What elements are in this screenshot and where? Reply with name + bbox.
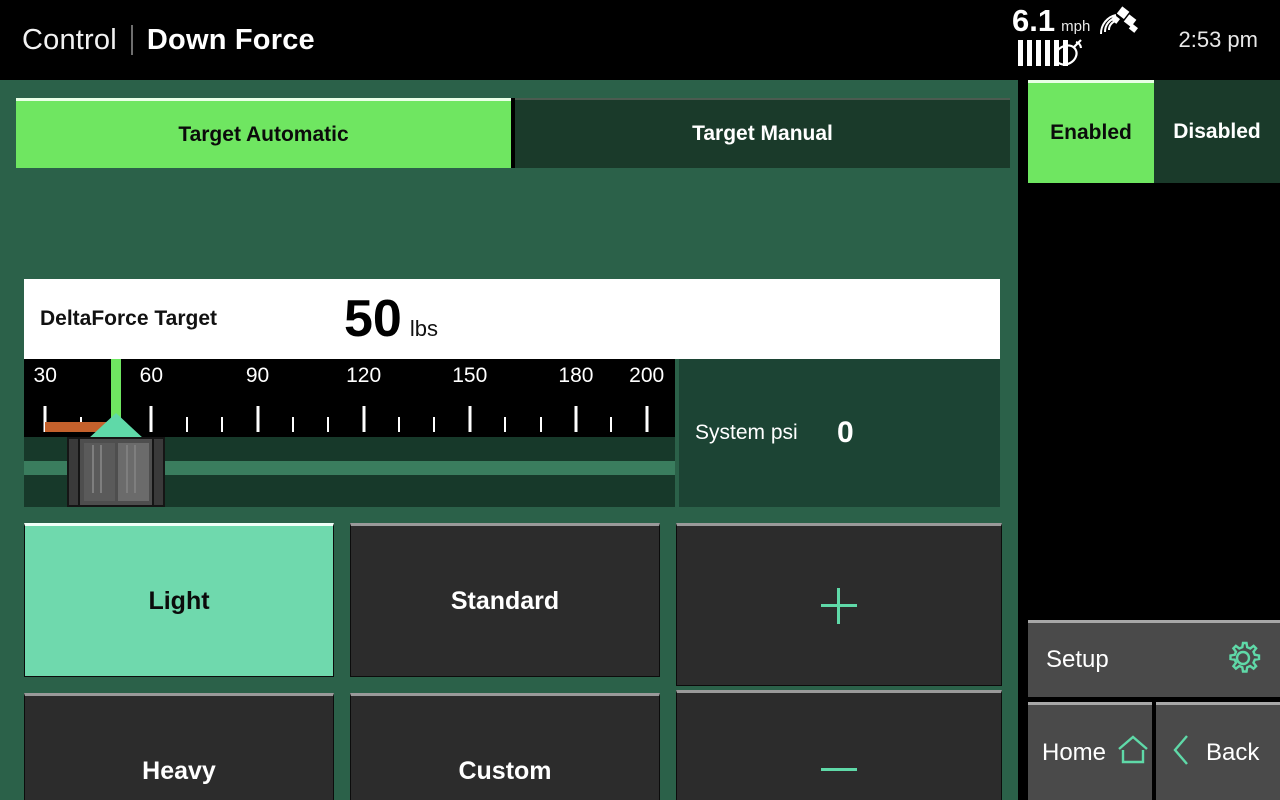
signal-bar (1045, 40, 1050, 66)
gauge-minor-tick (398, 417, 400, 432)
setup-button[interactable]: Setup (1028, 620, 1280, 697)
increase-target-button[interactable] (676, 523, 1002, 686)
gauge-minor-tick (327, 417, 329, 432)
satellite-dish-icon (1052, 38, 1086, 68)
satellite-icon (1095, 4, 1141, 40)
gauge-minor-tick (540, 417, 542, 432)
gauge-tick-label: 180 (558, 364, 593, 388)
breadcrumb: Control Down Force (22, 0, 315, 80)
chevron-left-icon (1170, 733, 1192, 772)
back-label: Back (1206, 739, 1259, 767)
deltaforce-target-unit: lbs (410, 316, 438, 342)
deltaforce-target-label: DeltaForce Target (40, 307, 217, 331)
gauge-major-tick (362, 406, 365, 432)
system-psi-value: 0 (837, 416, 854, 450)
gauge-major-tick (150, 406, 153, 432)
gauge-minor-tick (292, 417, 294, 432)
deltaforce-target-value: 50 (344, 293, 402, 345)
home-button[interactable]: Home (1028, 702, 1152, 800)
row-unit-line (134, 445, 136, 493)
gauge-minor-tick (186, 417, 188, 432)
signal-bar (1027, 40, 1032, 66)
main-panel: Target Automatic Target Manual DeltaForc… (0, 80, 1018, 800)
back-button[interactable]: Back (1156, 702, 1280, 800)
gear-icon (1224, 639, 1262, 682)
house-icon (1116, 734, 1150, 771)
preset-button-custom[interactable]: Custom (350, 693, 660, 800)
deltaforce-target-card[interactable]: DeltaForce Target 50 lbs (24, 279, 1000, 359)
minus-icon (821, 768, 857, 771)
gauge-major-tick (574, 406, 577, 432)
top-status-bar: Control Down Force 6.1 mph (0, 0, 1280, 80)
system-psi-card: System psi 0 (679, 359, 1000, 507)
row-unit-line (92, 445, 94, 493)
gauge-tick-label: 30 (34, 364, 57, 388)
page-title: Down Force (147, 24, 315, 57)
gauge-major-tick (645, 406, 648, 432)
gauge-tick-label: 90 (246, 364, 269, 388)
breadcrumb-root[interactable]: Control (22, 24, 117, 57)
row-unit-line (100, 445, 102, 493)
status-cluster: 6.1 mph (990, 0, 1280, 80)
system-psi-label: System psi (695, 421, 798, 445)
enabled-button[interactable]: Enabled (1028, 80, 1154, 183)
speed-readout: 6.1 mph (1012, 5, 1090, 36)
breadcrumb-separator (131, 25, 133, 55)
disabled-button[interactable]: Disabled (1154, 80, 1280, 183)
downforce-gauge[interactable]: 30 60 90 120 150 180 200 (24, 359, 675, 507)
gauge-marker-stem (111, 359, 121, 421)
enable-toggle: Enabled Disabled (1028, 80, 1280, 183)
gauge-tick-label: 120 (346, 364, 381, 388)
downforce-control-screen: Control Down Force 6.1 mph (0, 0, 1280, 800)
gauge-minor-tick (221, 417, 223, 432)
signal-bar (1036, 40, 1041, 66)
deltaforce-target-value-group: 50 lbs (344, 293, 438, 345)
gauge-minor-tick (610, 417, 612, 432)
speed-unit: mph (1061, 18, 1090, 35)
signal-bar (1018, 40, 1023, 66)
gauge-row-unit-graphic (68, 437, 164, 507)
gauge-tick-label: 150 (452, 364, 487, 388)
home-label: Home (1042, 739, 1106, 767)
gauge-tick-label: 60 (140, 364, 163, 388)
gauge-minor-tick (433, 417, 435, 432)
setup-label: Setup (1046, 646, 1109, 674)
gauge-tick-label: 200 (629, 364, 664, 388)
tab-target-automatic[interactable]: Target Automatic (16, 98, 511, 168)
preset-button-light[interactable]: Light (24, 523, 334, 677)
preset-button-standard[interactable]: Standard (350, 523, 660, 677)
tab-target-manual[interactable]: Target Manual (515, 98, 1010, 168)
gauge-marker-triangle (88, 413, 144, 439)
gauge-major-tick (468, 406, 471, 432)
gauge-major-tick (256, 406, 259, 432)
decrease-target-button[interactable] (676, 690, 1002, 800)
clock: 2:53 pm (1179, 0, 1259, 80)
speed-value: 6.1 (1012, 5, 1055, 36)
gauge-minor-tick (504, 417, 506, 432)
row-unit-line (126, 445, 128, 493)
plus-icon (821, 588, 857, 624)
right-sidebar: Enabled Disabled Setup Home (1018, 80, 1280, 800)
target-mode-toggle: Target Automatic Target Manual (16, 98, 1010, 168)
preset-button-heavy[interactable]: Heavy (24, 693, 334, 800)
